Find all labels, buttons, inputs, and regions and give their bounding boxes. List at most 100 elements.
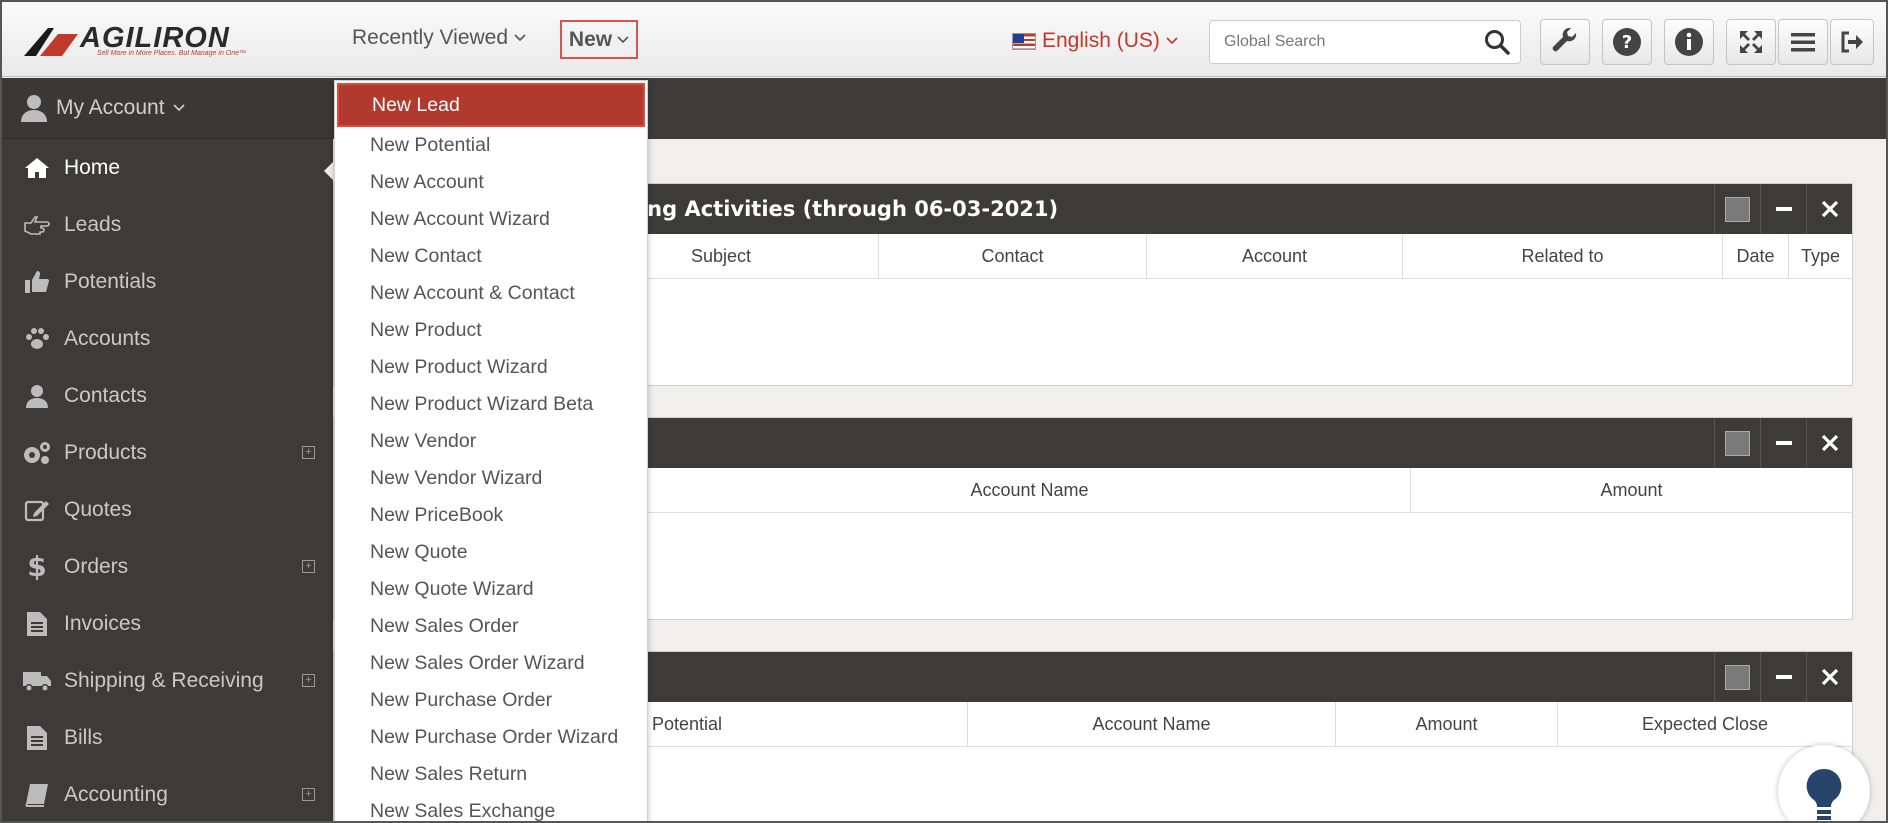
gears-icon — [24, 441, 50, 464]
sidebar-item-label: Accounting — [64, 782, 168, 806]
menu-item-new-sales-order-wizard[interactable]: New Sales Order Wizard — [335, 645, 647, 682]
sidebar-item-accounting[interactable]: Accounting + — [2, 766, 333, 823]
sidebar-item-invoices[interactable]: Invoices — [2, 595, 333, 652]
expand-icon[interactable]: + — [302, 446, 315, 459]
menu-item-new-account-contact[interactable]: New Account & Contact — [335, 275, 647, 312]
expand-icon[interactable]: + — [302, 674, 315, 687]
square-icon — [1725, 196, 1750, 222]
widget-settings-button[interactable] — [1714, 652, 1760, 702]
bill-icon — [27, 725, 47, 750]
user-avatar-icon — [21, 95, 47, 122]
settings-button[interactable] — [1540, 19, 1590, 65]
close-icon — [1821, 668, 1838, 686]
menu-item-new-sales-return[interactable]: New Sales Return — [335, 756, 647, 793]
menu-item-new-pricebook[interactable]: New PriceBook — [335, 497, 647, 534]
expand-icon[interactable]: + — [302, 560, 315, 573]
sidebar-item-label: Orders — [64, 554, 129, 578]
sidebar-item-accounts[interactable]: Accounts — [2, 310, 333, 367]
sidebar-item-products[interactable]: Products + — [2, 424, 333, 481]
menu-item-new-product-wizard-beta[interactable]: New Product Wizard Beta — [335, 386, 647, 423]
top-header: AGILIRON Sell More in More Places. But M… — [0, 0, 1888, 77]
widget-minimize-button[interactable] — [1760, 184, 1806, 234]
menu-item-new-quote[interactable]: New Quote — [335, 534, 647, 571]
widget-minimize-button[interactable] — [1760, 418, 1806, 468]
column-header[interactable]: Amount — [1336, 702, 1558, 746]
main-menu-button[interactable] — [1778, 19, 1828, 65]
sidebar-item-bills[interactable]: Bills — [2, 709, 333, 766]
logo-brand: AGILIRON — [80, 22, 230, 54]
widget-close-button[interactable] — [1806, 184, 1852, 234]
column-header[interactable]: Account — [1147, 234, 1403, 278]
chevron-down-icon — [172, 104, 185, 112]
truck-icon — [23, 671, 51, 692]
active-item-pointer — [324, 161, 334, 181]
logout-button[interactable] — [1830, 19, 1874, 65]
menu-item-new-contact[interactable]: New Contact — [335, 238, 647, 275]
square-icon — [1725, 430, 1750, 456]
svg-text:?: ? — [1622, 32, 1632, 53]
menu-item-new-account[interactable]: New Account — [335, 164, 647, 201]
chevron-down-icon — [617, 35, 629, 43]
dollar-icon: $ — [28, 553, 46, 581]
recently-viewed-menu[interactable]: Recently Viewed — [352, 26, 526, 50]
global-search-input[interactable] — [1224, 21, 1474, 63]
menu-icon — [1791, 33, 1815, 52]
search-icon[interactable] — [1484, 29, 1510, 55]
sidebar-item-shipping-receiving[interactable]: Shipping & Receiving + — [2, 652, 333, 709]
menu-item-new-lead[interactable]: New Lead — [337, 83, 645, 127]
column-header[interactable]: Related to — [1403, 234, 1723, 278]
widget-close-button[interactable] — [1806, 418, 1852, 468]
sidebar-item-contacts[interactable]: Contacts — [2, 367, 333, 424]
sidebar-item-label: Products — [64, 440, 147, 464]
menu-item-new-vendor-wizard[interactable]: New Vendor Wizard — [335, 460, 647, 497]
sidebar-item-label: Contacts — [64, 383, 147, 407]
widget-title: nding Activities (through 06-03-2021) — [610, 197, 1059, 221]
column-header[interactable]: Date — [1723, 234, 1789, 278]
menu-item-new-purchase-order[interactable]: New Purchase Order — [335, 682, 647, 719]
menu-item-new-potential[interactable]: New Potential — [335, 127, 647, 164]
my-account-menu[interactable]: My Account — [2, 78, 333, 139]
global-search — [1209, 20, 1521, 64]
menu-item-new-purchase-order-wizard[interactable]: New Purchase Order Wizard — [335, 719, 647, 756]
hand-pointing-icon — [24, 215, 50, 235]
help-button[interactable]: ? — [1602, 19, 1652, 65]
sidebar-item-leads[interactable]: Leads — [2, 196, 333, 253]
menu-item-new-vendor[interactable]: New Vendor — [335, 423, 647, 460]
widget-settings-button[interactable] — [1714, 418, 1760, 468]
sidebar-item-potentials[interactable]: Potentials — [2, 253, 333, 310]
menu-item-new-product-wizard[interactable]: New Product Wizard — [335, 349, 647, 386]
menu-item-new-sales-exchange[interactable]: New Sales Exchange — [335, 793, 647, 823]
close-icon — [1821, 200, 1838, 218]
column-header[interactable]: Amount — [1411, 468, 1852, 512]
sidebar-item-quotes[interactable]: Quotes — [2, 481, 333, 538]
help-tips-button[interactable] — [1778, 745, 1870, 823]
column-header[interactable]: Account Name — [968, 702, 1336, 746]
column-header[interactable]: Expected Close — [1558, 702, 1852, 746]
menu-item-new-sales-order[interactable]: New Sales Order — [335, 608, 647, 645]
menu-item-new-quote-wizard[interactable]: New Quote Wizard — [335, 571, 647, 608]
help-icon: ? — [1613, 28, 1641, 56]
menu-item-new-product[interactable]: New Product — [335, 312, 647, 349]
agiliron-logo[interactable]: AGILIRON Sell More in More Places. But M… — [22, 24, 262, 58]
fullscreen-button[interactable] — [1726, 19, 1776, 65]
widget-settings-button[interactable] — [1714, 184, 1760, 234]
widget-minimize-button[interactable] — [1760, 652, 1806, 702]
square-icon — [1725, 664, 1750, 690]
logo-tagline: Sell More in More Places. But Manage in … — [97, 50, 247, 57]
sidebar-item-label: Shipping & Receiving — [64, 668, 264, 692]
expand-icon[interactable]: + — [302, 788, 315, 801]
column-header[interactable]: Type — [1789, 234, 1852, 278]
widget-close-button[interactable] — [1806, 652, 1852, 702]
book-icon — [25, 783, 48, 807]
info-button[interactable] — [1664, 19, 1714, 65]
sidebar-item-home[interactable]: Home — [2, 139, 333, 196]
sidebar-item-orders[interactable]: $ Orders + — [2, 538, 333, 595]
menu-item-new-account-wizard[interactable]: New Account Wizard — [335, 201, 647, 238]
language-selector[interactable]: English (US) — [1012, 29, 1178, 53]
new-menu-label: New — [568, 27, 613, 51]
column-header[interactable]: Contact — [879, 234, 1147, 278]
thumbs-up-icon — [25, 270, 49, 293]
close-icon — [1821, 434, 1838, 452]
sidebar-item-label: Quotes — [64, 497, 132, 521]
new-menu-button[interactable]: New — [560, 20, 638, 59]
